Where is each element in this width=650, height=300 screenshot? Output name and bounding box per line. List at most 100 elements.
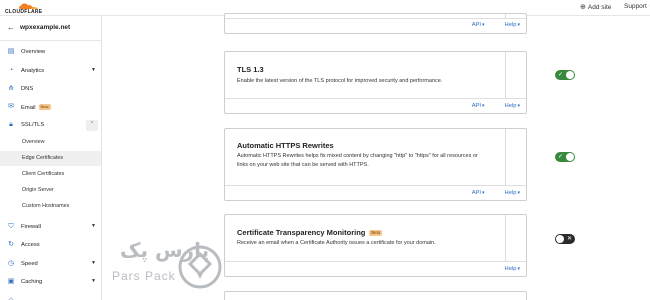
sidebar-item-ssl-tls[interactable]: 🔒︎ SSL/TLS ⌃	[0, 118, 101, 133]
card-description: Automatic HTTPS Rewrites helps fix mixed…	[237, 153, 478, 168]
sidebar-item-label: Speed	[21, 261, 38, 267]
card-title: Certificate Transparency Monitoring Beta	[237, 228, 382, 237]
sidebar-subitem-custom-hostnames[interactable]: Custom Hostnames	[0, 199, 101, 214]
card-body	[225, 14, 526, 19]
api-link[interactable]: API▾	[462, 103, 485, 109]
back-arrow-icon[interactable]: ←	[7, 23, 15, 32]
shield-icon: ⛉	[8, 223, 14, 230]
sidebar-item-analytics[interactable]: ◔ Analytics ▼	[0, 64, 101, 79]
chevron-down-icon: ▾	[482, 22, 485, 28]
chevron-down-icon: ▾	[517, 103, 520, 109]
help-link[interactable]: Help▾	[495, 103, 520, 109]
add-site-label: Add site	[587, 4, 612, 11]
divider	[0, 40, 101, 41]
access-icon: ↻	[8, 241, 14, 248]
lock-icon: 🔒︎	[9, 121, 13, 128]
sidebar-item-dns[interactable]: ⋔ DNS	[0, 82, 101, 97]
check-icon: ✓	[558, 154, 564, 160]
setting-card-next	[224, 291, 527, 300]
help-link-label: Help	[504, 190, 517, 196]
site-selector[interactable]: ← wpxexample.net	[0, 22, 102, 36]
sidebar-item-label: Overview	[21, 49, 46, 55]
plus-circle-icon: ⊕	[580, 4, 586, 11]
new-badge: New	[38, 104, 51, 110]
card-footer-links: API▾ Help▾	[452, 190, 520, 196]
chevron-down-icon: ▾	[517, 266, 520, 272]
network-icon: ⋔	[8, 85, 14, 92]
sidebar-subitem-overview[interactable]: Overview	[0, 135, 101, 150]
api-link-label: API	[471, 22, 482, 28]
parspack-logo-icon	[178, 245, 222, 289]
support-label: Support	[624, 3, 647, 10]
card-footer-links: API▾ Help▾	[452, 22, 520, 28]
api-link-label: API	[471, 190, 482, 196]
cloudflare-logo[interactable]: CLOUDFLARE	[5, 2, 53, 15]
card-footer-links: API▾ Help▾	[452, 103, 520, 109]
sidebar-subitem-origin-server[interactable]: Origin Server	[0, 183, 101, 198]
card-title-text: Certificate Transparency Monitoring	[237, 228, 366, 237]
sidebar-item-label: Email New	[21, 104, 51, 111]
sidebar-item-access[interactable]: ↻ Access	[0, 238, 101, 253]
card-body: Automatic HTTPS Rewrites Automatic HTTPS…	[225, 129, 526, 186]
chevron-down-icon: ▼	[91, 260, 96, 266]
sidebar-item-label: Access	[21, 242, 40, 248]
help-link[interactable]: Help▾	[495, 190, 520, 196]
chevron-down-icon: ▾	[482, 190, 485, 196]
card-description: Receive an email when a Certificate Auth…	[237, 240, 436, 246]
speed-icon: ◷	[7, 260, 15, 267]
caching-icon: ▣	[7, 278, 15, 285]
help-link-label: Help	[504, 22, 517, 28]
card-body: TLS 1.3 Enable the latest version of the…	[225, 52, 526, 99]
sidebar-item-overview[interactable]: ▤ Overview	[0, 45, 101, 60]
setting-card-previous: API▾ Help▾	[224, 13, 527, 34]
card-control-area	[505, 52, 526, 98]
sidebar-item-speed[interactable]: ◷ Speed ▼	[0, 257, 101, 272]
sidebar-item-label: Origin Server	[22, 187, 54, 193]
card-control-area	[505, 215, 526, 261]
document-icon: ▤	[7, 48, 15, 55]
email-label: Email	[21, 105, 36, 111]
chevron-down-icon: ▾	[517, 22, 520, 28]
x-icon: ✕	[567, 236, 573, 242]
setting-card-tls13: TLS 1.3 Enable the latest version of the…	[224, 51, 575, 114]
chevron-down-icon: ▾	[482, 103, 485, 109]
sidebar-item-caching[interactable]: ▣ Caching ▼	[0, 275, 101, 290]
sidebar-item-partial[interactable]: ◇	[0, 294, 101, 300]
ct-monitoring-toggle[interactable]: ✕	[555, 234, 575, 244]
api-link[interactable]: API▾	[462, 190, 485, 196]
site-name: wpxexample.net	[20, 24, 71, 31]
help-link[interactable]: Help▾	[495, 266, 520, 272]
sidebar-item-firewall[interactable]: ⛉ Firewall ▼	[0, 220, 101, 235]
help-link[interactable]: Help▾	[495, 22, 520, 28]
chevron-down-icon: ▼	[91, 67, 96, 73]
sidebar-subitem-client-certificates[interactable]: Client Certificates	[0, 167, 101, 182]
sidebar-item-label: Caching	[21, 279, 43, 285]
card-description: Enable the latest version of the TLS pro…	[237, 78, 443, 84]
chevron-down-icon: ▼	[91, 223, 96, 229]
support-menu[interactable]: Support▼	[624, 3, 650, 10]
help-link-label: Help	[504, 266, 517, 272]
sidebar-item-label: Edge Certificates	[22, 155, 64, 161]
sidebar-item-label: DNS	[21, 86, 34, 92]
api-link-label: API	[471, 103, 482, 109]
card-title: TLS 1.3	[237, 65, 264, 74]
sidebar-item-label: Custom Hostnames	[22, 203, 70, 209]
tls13-toggle[interactable]: ✓	[555, 70, 575, 80]
sidebar-item-email[interactable]: ✉ Email New	[0, 100, 101, 115]
card-body: Certificate Transparency Monitoring Beta …	[225, 215, 526, 262]
card-control-area	[505, 129, 526, 185]
logo-text: CLOUDFLARE	[5, 9, 43, 15]
sidebar: ← wpxexample.net ▤ Overview ◔ Analytics …	[0, 16, 102, 300]
sidebar-item-label: Client Certificates	[22, 171, 65, 177]
parspack-watermark: پارس پک Pars Pack	[104, 238, 224, 289]
help-link-label: Help	[504, 103, 517, 109]
sidebar-subitem-edge-certificates[interactable]: Edge Certificates	[0, 151, 101, 166]
sidebar-item-label: Overview	[22, 139, 45, 145]
toggle-knob	[566, 153, 574, 161]
email-icon: ✉	[8, 103, 14, 110]
chevron-down-icon: ▾	[517, 190, 520, 196]
api-link[interactable]: API▾	[462, 22, 485, 28]
https-rewrites-toggle[interactable]: ✓	[555, 152, 575, 162]
add-site-button[interactable]: ⊕ Add site	[580, 3, 611, 11]
sidebar-item-label: SSL/TLS	[21, 122, 45, 128]
